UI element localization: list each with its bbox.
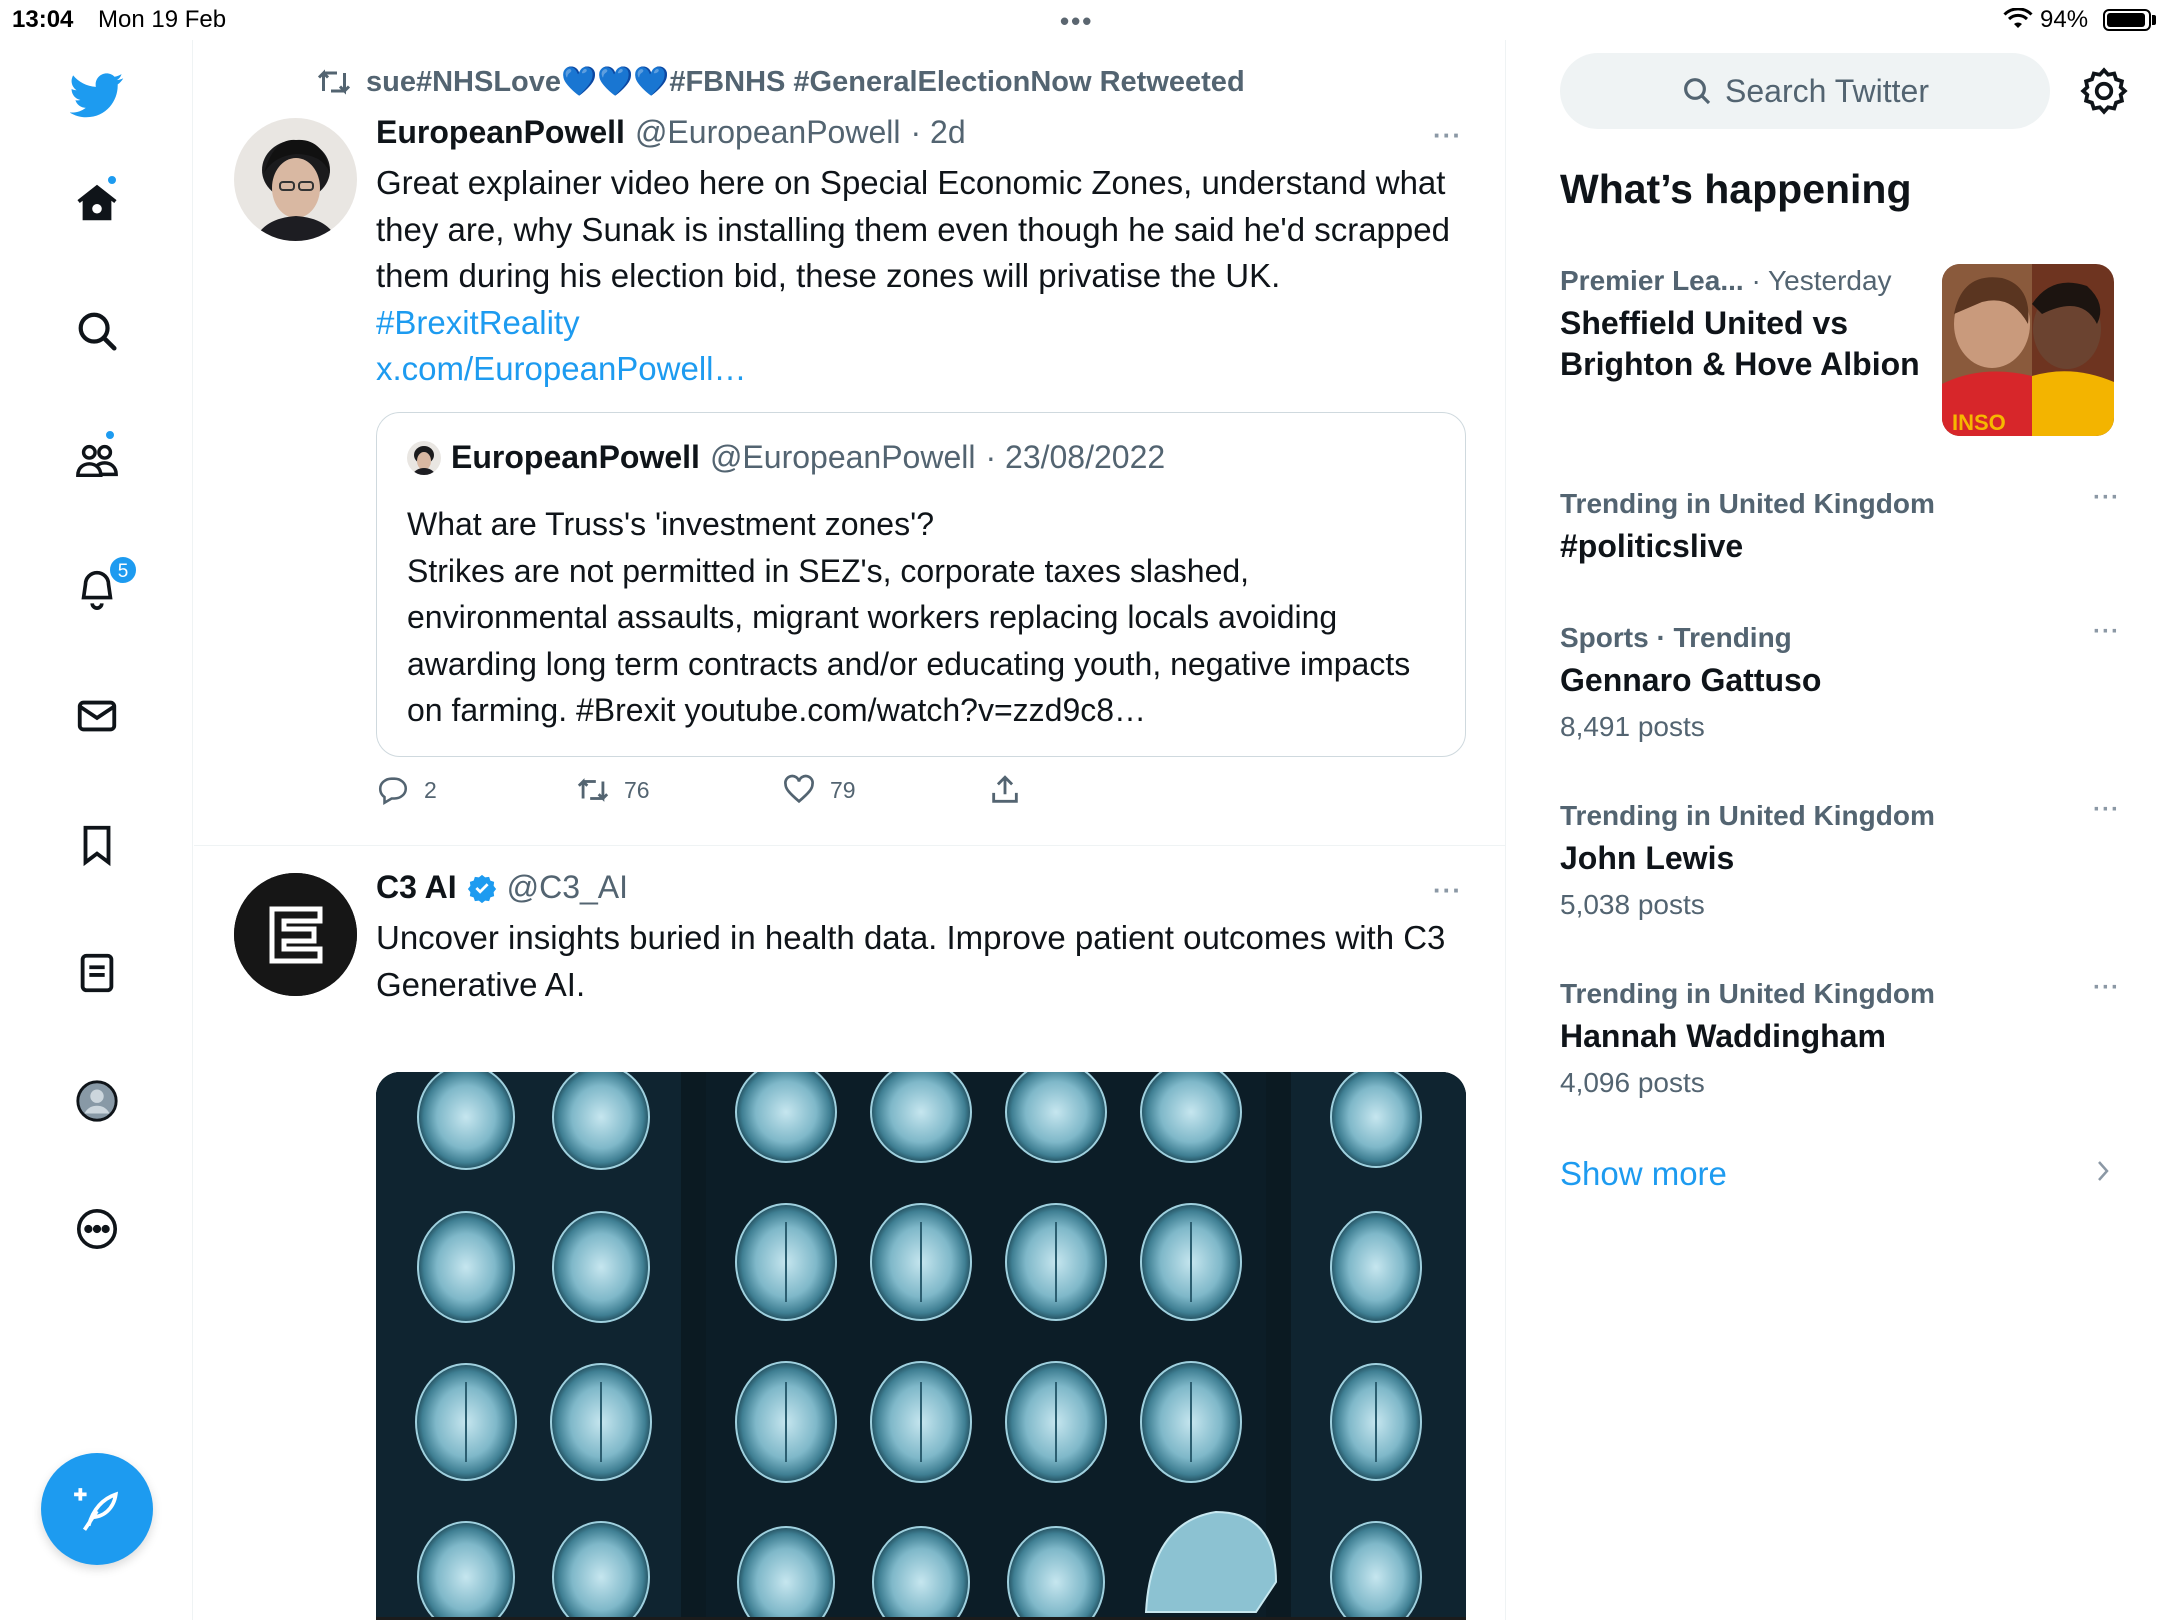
share-icon <box>992 775 1018 803</box>
retweeted-by-label: sue#NHSLove💙💙💙#FBNHS #GeneralElectionNow… <box>366 66 1245 98</box>
whats-happening-title: What’s happening <box>1560 166 1912 212</box>
trend-item[interactable]: Trending in United Kingdom Hannah Waddin… <box>1560 974 2120 1099</box>
hashtag-link[interactable]: #BrexitReality <box>376 300 1466 347</box>
more-options-icon[interactable] <box>62 1194 132 1264</box>
trend-name: John Lewis <box>1560 840 1735 876</box>
reply-icon <box>378 777 407 806</box>
quote-author-handle: @EuropeanPowell <box>709 439 976 475</box>
quote-time: · 23/08/2022 <box>985 439 1166 475</box>
trend-item[interactable]: Sports · Trending Gennaro Gattuso 8,491 … <box>1560 618 2120 743</box>
lists-icon[interactable] <box>62 938 132 1008</box>
trend-more-icon[interactable]: ··· <box>2093 796 2120 824</box>
show-more-link[interactable]: Show more <box>1560 1155 1727 1193</box>
trend-category: Trending in United Kingdom <box>1560 488 1935 519</box>
search-placeholder: Search Twitter <box>1725 72 1929 109</box>
quote-avatar <box>407 440 441 475</box>
retweet-button[interactable]: 76 <box>576 773 782 807</box>
tweet-time[interactable]: · 2d <box>910 114 965 151</box>
right-sidebar: Search Twitter What’s happening Premier … <box>1507 40 2160 1620</box>
retweet-icon <box>317 69 351 95</box>
trend-name: Hannah Waddingham <box>1560 1018 1886 1054</box>
quote-text: What are Truss's 'investment zones'? Str… <box>407 501 1447 734</box>
tweet-more-icon[interactable]: ··· <box>1433 875 1462 906</box>
quote-author-name: EuropeanPowell <box>451 439 700 475</box>
tweet-image[interactable] <box>376 1072 1466 1620</box>
avatar[interactable] <box>234 873 357 996</box>
heart-icon <box>784 774 814 804</box>
tweet-body: Great explainer video here on Special Ec… <box>376 164 1450 294</box>
retweet-icon <box>577 778 609 802</box>
tweet[interactable]: sue#NHSLove💙💙💙#FBNHS #GeneralElectionNow… <box>194 40 1505 846</box>
author-name[interactable]: C3 AI <box>376 869 457 906</box>
search-icon <box>1684 78 1711 105</box>
author-handle[interactable]: @C3_AI <box>507 869 628 906</box>
trend-thumbnail[interactable]: INSO <box>1942 264 2114 436</box>
quote-text-line1: What are Truss's 'investment zones'? <box>407 506 934 542</box>
author-handle[interactable]: @EuropeanPowell <box>635 114 901 151</box>
trend-post-count: 5,038 posts <box>1560 889 1705 920</box>
trend-time: · Yesterday <box>1751 265 1892 296</box>
tweet[interactable]: C3 AI @C3_AI ··· Uncover insights buried… <box>194 847 1505 1620</box>
status-date: Mon 19 Feb <box>98 6 227 33</box>
trend-more-icon[interactable]: ··· <box>2093 484 2120 512</box>
trend-item[interactable]: Premier Lea... · Yesterday Sheffield Uni… <box>1560 265 1940 385</box>
battery-icon <box>2103 9 2151 31</box>
bookmarks-icon[interactable] <box>62 810 132 880</box>
retweet-context[interactable]: sue#NHSLove💙💙💙#FBNHS #GeneralElectionNow… <box>316 64 1245 100</box>
notifications-badge: 5 <box>108 555 138 585</box>
chevron-right-icon <box>2098 1161 2109 1181</box>
trend-category: Sports · Trending <box>1560 622 1792 653</box>
status-time: 13:04 <box>12 6 74 33</box>
profile-avatar-icon[interactable] <box>62 1066 132 1136</box>
search-icon[interactable] <box>62 296 132 366</box>
avatar[interactable] <box>234 118 357 241</box>
trend-item[interactable]: Trending in United Kingdom John Lewis 5,… <box>1560 796 2120 921</box>
home-icon[interactable] <box>62 168 132 238</box>
trend-post-count: 8,491 posts <box>1560 711 1705 742</box>
status-bar: 13:04 Mon 19 Feb ••• 94% <box>0 0 2160 40</box>
trend-more-icon[interactable]: ··· <box>2093 974 2120 1002</box>
share-button[interactable] <box>988 773 1022 807</box>
quoted-tweet[interactable]: EuropeanPowell @EuropeanPowell · 23/08/2… <box>376 412 1466 757</box>
reply-button[interactable]: 2 <box>376 773 576 807</box>
trend-category: Premier Lea... <box>1560 265 1744 296</box>
author-name[interactable]: EuropeanPowell <box>376 114 625 151</box>
search-box[interactable]: Search Twitter <box>1560 53 2050 129</box>
wifi-icon <box>2003 8 2033 28</box>
svg-text:INSO: INSO <box>1952 410 2006 435</box>
trend-name: Sheffield United vs Brighton & Hove Albi… <box>1560 305 1920 382</box>
like-count: 79 <box>830 776 856 803</box>
battery-percent: 94% <box>2040 6 2089 33</box>
like-button[interactable]: 79 <box>782 773 988 807</box>
timeline: sue#NHSLove💙💙💙#FBNHS #GeneralElectionNow… <box>194 40 1506 1620</box>
retweet-count: 76 <box>624 776 650 803</box>
tweet-text: Great explainer video here on Special Ec… <box>376 160 1466 393</box>
quote-text-rest: Strikes are not permitted in SEZ's, corp… <box>407 552 1411 729</box>
trend-category: Trending in United Kingdom <box>1560 800 1935 831</box>
left-nav: 5 <box>0 40 193 1620</box>
trend-name: Gennaro Gattuso <box>1560 662 1822 698</box>
trend-category: Trending in United Kingdom <box>1560 978 1935 1009</box>
trend-item[interactable]: Trending in United Kingdom #politicslive… <box>1560 484 2120 567</box>
feather-plus-icon <box>74 1488 119 1531</box>
settings-gear-icon[interactable] <box>2079 66 2129 116</box>
trend-name: #politicslive <box>1560 528 1744 564</box>
notifications-bell-icon[interactable]: 5 <box>62 553 138 623</box>
brain-mri-image <box>376 1072 1466 1620</box>
compose-tweet-button[interactable] <box>41 1453 153 1565</box>
messages-icon[interactable] <box>62 681 132 751</box>
tweet-more-icon[interactable]: ··· <box>1433 120 1462 151</box>
trend-post-count: 4,096 posts <box>1560 1067 1705 1098</box>
trend-more-icon[interactable]: ··· <box>2093 618 2120 646</box>
url-link[interactable]: x.com/EuropeanPowell… <box>376 346 1466 393</box>
multitasking-dots[interactable]: ••• <box>1060 6 1093 37</box>
twitter-logo-icon[interactable] <box>62 60 132 130</box>
tweet-body: Uncover insights buried in health data. … <box>376 919 1446 1003</box>
verified-badge-icon <box>467 874 496 903</box>
reply-count: 2 <box>424 776 437 803</box>
communities-icon[interactable] <box>62 425 132 495</box>
tweet-actions: 2 76 79 <box>376 773 1022 807</box>
